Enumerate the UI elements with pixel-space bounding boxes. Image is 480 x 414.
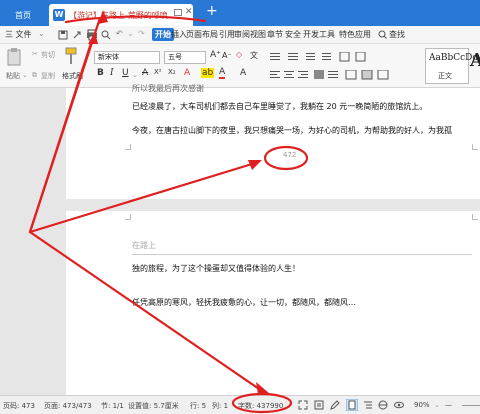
page-header-text[interactable]: 在路上: [132, 240, 156, 251]
status-page-number[interactable]: 页码: 473: [3, 401, 35, 411]
tab-developer[interactable]: 开发工具: [303, 29, 335, 40]
paste-dropdown-icon[interactable]: ⌄: [22, 71, 28, 79]
status-bar: 页码: 473 页面: 473/473 节: 1/1 设置值: 5.7厘米 行:…: [0, 395, 480, 414]
paste-icon[interactable]: [6, 48, 22, 66]
tab-insert[interactable]: 插入: [171, 29, 187, 40]
font-name-select[interactable]: 新宋体: [94, 51, 160, 64]
status-page-count[interactable]: 页面: 473/473: [44, 401, 92, 411]
tab-references[interactable]: 引用: [219, 29, 235, 40]
search-icon[interactable]: [378, 30, 387, 39]
page-number: 472: [283, 151, 297, 159]
tab-review[interactable]: 审阅: [234, 29, 250, 40]
clear-format-icon[interactable]: ◇: [236, 50, 242, 59]
outline-view-icon[interactable]: [363, 400, 373, 410]
heading-style-preview[interactable]: A: [470, 50, 480, 71]
window-mode-icon[interactable]: [174, 9, 182, 16]
page1-paragraph-1[interactable]: 已经凌晨了，大车司机们都去自己车里睡觉了，我躺在 20 元一晚简陋的旅馆炕上。: [132, 101, 427, 112]
tab-special[interactable]: 特色应用: [339, 29, 371, 40]
add-tab-button[interactable]: +: [206, 3, 218, 19]
page2-paragraph-2[interactable]: 任凭高原的寒风，轻抚我疲惫的心，让一切，都随风，都随风…: [132, 297, 356, 308]
format-painter-label[interactable]: 格式刷: [62, 71, 83, 81]
bold-button[interactable]: B: [97, 68, 104, 78]
print-icon[interactable]: [86, 29, 98, 41]
undo-dropdown-icon[interactable]: ⌄: [127, 29, 134, 38]
style-normal[interactable]: AaBbCcDd 正文: [425, 48, 478, 84]
eye-protection-icon[interactable]: [394, 400, 404, 410]
redo-icon[interactable]: ↷: [138, 29, 145, 38]
margin-corner-mark: [125, 214, 131, 220]
cut-label[interactable]: 剪切: [41, 50, 55, 60]
copy-label[interactable]: 复制: [41, 71, 55, 81]
format-painter-icon[interactable]: [64, 47, 78, 65]
grow-font-icon[interactable]: A⁺: [210, 50, 221, 60]
text-effect-icon[interactable]: A: [184, 68, 190, 78]
page1-paragraph-2[interactable]: 今夜，在唐古拉山脚下的夜里，我只想痛哭一场，为好心的司机，为帮助我的好人，为我孤: [132, 125, 452, 136]
page2-paragraph-1[interactable]: 独的旅程，为了这个操蛋却又值得体验的人生！: [132, 263, 300, 274]
strikethrough-icon[interactable]: A: [142, 68, 148, 78]
margin-corner-mark: [472, 214, 478, 220]
style-name: 正文: [438, 72, 452, 80]
tab-document[interactable]: W 【游记】在路上-荒野的呼唤 ✕: [49, 4, 193, 26]
edit-mode-icon[interactable]: [330, 400, 340, 410]
page-header-divider: [132, 254, 472, 255]
document-page-1: 所以我最后再次感谢 已经凌晨了，大车司机们都去自己车里睡觉了，我躺在 20 元一…: [66, 84, 480, 199]
font-color-icon[interactable]: A: [219, 68, 226, 79]
read-mode-icon[interactable]: [314, 400, 324, 410]
copy-icon[interactable]: ⧉: [32, 71, 37, 80]
fullscreen-icon[interactable]: [298, 400, 308, 410]
ribbon-toolbar: 粘贴 ⌄ ✂ 剪切 ⧉ 复制 格式刷 新宋体 五号 A⁺ A⁻ ◇ 文 B I …: [0, 44, 480, 88]
underline-dropdown-icon[interactable]: ⌄: [132, 71, 138, 79]
document-tab-title: 【游记】在路上-荒野的呼唤: [69, 11, 168, 20]
page1-top-fragment: 所以我最后再次感谢: [132, 84, 204, 93]
status-column[interactable]: 列: 1: [212, 401, 228, 411]
close-tab-icon[interactable]: ✕: [185, 7, 193, 17]
margin-corner-mark: [472, 144, 478, 150]
char-shading-icon[interactable]: A: [240, 68, 246, 78]
wps-writer-icon: W: [53, 9, 65, 21]
shrink-font-icon[interactable]: A⁻: [222, 51, 232, 60]
pinyin-icon[interactable]: 文: [250, 50, 258, 61]
status-section[interactable]: 节: 1/1: [101, 401, 124, 411]
paste-label[interactable]: 粘贴: [6, 71, 20, 81]
save-icon[interactable]: [58, 30, 68, 40]
underline-button[interactable]: U: [122, 68, 129, 78]
zoom-dropdown-icon[interactable]: ⌄: [434, 401, 440, 409]
scissors-icon[interactable]: ✂: [32, 50, 38, 58]
menu-bar: 三 文件 ⌄ ↶ ⌄ ↷ 开始 插入 页面布局 引用 审阅 视图 章节 安全 开…: [0, 26, 480, 44]
zoom-level[interactable]: 90%: [414, 401, 430, 409]
tab-view[interactable]: 视图: [250, 29, 266, 40]
status-setting-value[interactable]: 设置值: 5.7厘米: [128, 401, 179, 411]
tab-home[interactable]: 首页: [4, 5, 42, 26]
zoom-slider[interactable]: [462, 405, 480, 406]
italic-button[interactable]: I: [110, 68, 114, 78]
zoom-out-button[interactable]: —: [445, 401, 452, 409]
tab-chapter[interactable]: 章节: [267, 29, 283, 40]
paragraph-tools-row2: [270, 70, 389, 80]
tab-page-layout[interactable]: 页面布局: [186, 29, 218, 40]
file-menu[interactable]: 三 文件: [5, 29, 32, 40]
paragraph-tools-row1: [270, 52, 366, 62]
page-view-icon[interactable]: [346, 399, 358, 411]
search-label[interactable]: 查找: [389, 29, 405, 40]
tab-security[interactable]: 安全: [285, 29, 301, 40]
title-bar: 首页 W 【游记】在路上-荒野的呼唤 ✕ +: [0, 0, 480, 26]
status-word-count[interactable]: 字数: 437990: [238, 401, 283, 411]
print-preview-icon[interactable]: [101, 30, 111, 40]
chevron-down-icon[interactable]: ⌄: [38, 29, 45, 38]
document-page-2: 在路上 独的旅程，为了这个操蛋却又值得体验的人生！ 任凭高原的寒风，轻抚我疲惫的…: [66, 211, 480, 395]
undo-icon[interactable]: ↶: [116, 29, 123, 38]
highlight-icon[interactable]: ab: [201, 68, 215, 78]
web-view-icon[interactable]: [378, 400, 388, 410]
subscript-icon[interactable]: X₂: [168, 68, 176, 76]
superscript-icon[interactable]: X²: [154, 68, 162, 76]
export-icon[interactable]: [72, 30, 82, 40]
margin-corner-mark: [125, 144, 131, 150]
status-row[interactable]: 行: 5: [190, 401, 206, 411]
font-size-select[interactable]: 五号: [164, 51, 206, 64]
